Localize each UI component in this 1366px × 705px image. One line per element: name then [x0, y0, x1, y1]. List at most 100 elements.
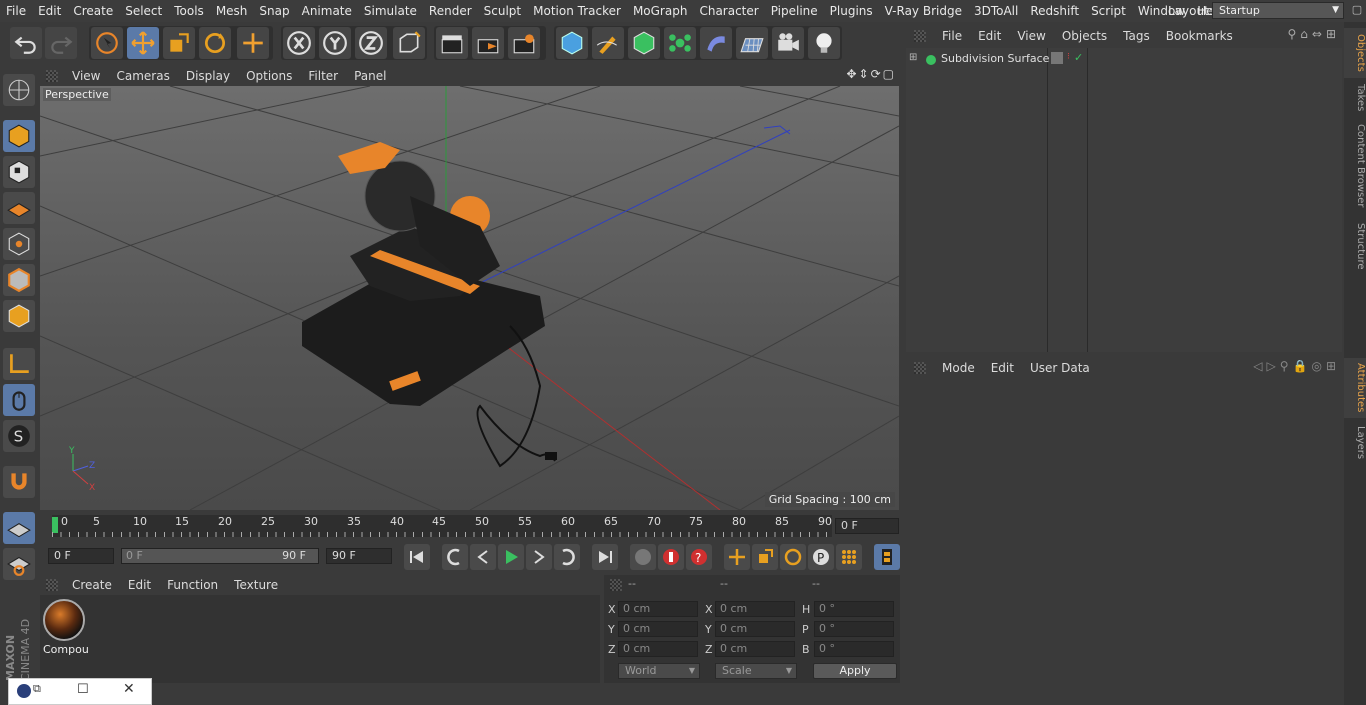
size-y-field[interactable]: 0 cm	[715, 621, 795, 637]
pos-x-field[interactable]: 0 cm	[618, 601, 698, 617]
obj-menu-tags[interactable]: Tags	[1115, 29, 1158, 43]
go-to-end-button[interactable]	[592, 544, 618, 570]
panel-grip-icon[interactable]	[914, 362, 926, 374]
key-position-button[interactable]	[724, 544, 750, 570]
start-frame-field[interactable]: 0 F	[48, 548, 114, 564]
object-name[interactable]: Subdivision Surface	[941, 52, 1049, 65]
locked-workplane-button[interactable]	[3, 512, 35, 544]
obj-menu-edit[interactable]: Edit	[970, 29, 1009, 43]
menu-mesh[interactable]: Mesh	[210, 0, 254, 22]
obj-menu-file[interactable]: File	[934, 29, 970, 43]
frame-range-slider[interactable]: 0 F 90 F	[121, 548, 319, 564]
timeline-window-button[interactable]	[874, 544, 900, 570]
menu-redshift[interactable]: Redshift	[1024, 0, 1085, 22]
key-pla-button[interactable]	[836, 544, 862, 570]
redo-button[interactable]	[45, 27, 77, 59]
recent-tools-button[interactable]	[237, 27, 269, 59]
viewport-nav-icons[interactable]: ✥⇕⟳▢	[846, 67, 896, 81]
prev-frame-button[interactable]	[470, 544, 496, 570]
tweak-mode-button[interactable]	[3, 384, 35, 416]
object-list[interactable]: ⊞ Subdivision Surface ⁝ ✓	[906, 48, 1342, 352]
subdivision-surface-button[interactable]	[628, 27, 660, 59]
rot-b-field[interactable]: 0 °	[814, 641, 894, 657]
attr-menu-mode[interactable]: Mode	[934, 361, 983, 375]
menu-create[interactable]: Create	[67, 0, 119, 22]
mat-menu-edit[interactable]: Edit	[120, 578, 159, 592]
cube-button[interactable]	[556, 27, 588, 59]
key-parameter-button[interactable]: P	[808, 544, 834, 570]
attr-menu-user-data[interactable]: User Data	[1022, 361, 1098, 375]
obj-menu-bookmarks[interactable]: Bookmarks	[1158, 29, 1241, 43]
autokey-button[interactable]	[658, 544, 684, 570]
vp-menu-filter[interactable]: Filter	[300, 69, 346, 83]
material-manager[interactable]: Compou	[40, 595, 600, 683]
coordinate-system-select[interactable]: World ▼	[618, 663, 700, 679]
enabled-check-icon[interactable]: ✓	[1074, 51, 1083, 64]
vp-menu-view[interactable]: View	[64, 69, 108, 83]
workplane-mode-button[interactable]	[3, 192, 35, 224]
menu-pipeline[interactable]: Pipeline	[765, 0, 824, 22]
cloner-button[interactable]	[664, 27, 696, 59]
search-home-icons[interactable]: ⚲⌂⇔⊞	[1287, 27, 1340, 41]
minimized-window-thumbnail[interactable]: ⧉ ☐ ✕	[8, 678, 152, 705]
mat-menu-create[interactable]: Create	[64, 578, 120, 592]
key-rotation-button[interactable]	[780, 544, 806, 570]
layout-select[interactable]: Startup ▼	[1212, 2, 1344, 19]
menu-simulate[interactable]: Simulate	[358, 0, 423, 22]
menu-tools[interactable]: Tools	[168, 0, 210, 22]
vp-menu-panel[interactable]: Panel	[346, 69, 394, 83]
size-x-field[interactable]: 0 cm	[715, 601, 795, 617]
size-mode-select[interactable]: Scale ▼	[715, 663, 797, 679]
panel-grip-icon[interactable]	[610, 579, 622, 591]
y-axis-button[interactable]	[319, 27, 351, 59]
magnet-button[interactable]	[3, 466, 35, 498]
tab-takes[interactable]: Takes	[1344, 80, 1366, 116]
obj-menu-objects[interactable]: Objects	[1054, 29, 1115, 43]
menu-motion-tracker[interactable]: Motion Tracker	[527, 0, 627, 22]
attr-nav-icons[interactable]: ◁▷⚲🔒◎⊞	[1253, 359, 1340, 373]
light-button[interactable]	[808, 27, 840, 59]
restore-window-icon[interactable]: ▢	[1350, 3, 1364, 17]
maximize-icon[interactable]: ☐	[77, 682, 89, 697]
tab-objects[interactable]: Objects	[1344, 28, 1366, 78]
vp-menu-options[interactable]: Options	[238, 69, 300, 83]
play-button[interactable]	[498, 544, 524, 570]
menu-character[interactable]: Character	[693, 0, 764, 22]
rot-p-field[interactable]: 0 °	[814, 621, 894, 637]
render-picture-viewer-button[interactable]	[472, 27, 504, 59]
x-axis-button[interactable]	[283, 27, 315, 59]
material-name[interactable]: Compou	[43, 643, 89, 656]
apply-button[interactable]: Apply	[813, 663, 897, 679]
render-view-button[interactable]	[436, 27, 468, 59]
make-editable-button[interactable]	[3, 74, 35, 106]
next-key-button[interactable]	[554, 544, 580, 570]
mat-menu-texture[interactable]: Texture	[226, 578, 286, 592]
pos-z-field[interactable]: 0 cm	[618, 641, 698, 657]
obj-menu-view[interactable]: View	[1009, 29, 1053, 43]
material-preview-swatch[interactable]	[43, 599, 85, 641]
camera-button[interactable]	[772, 27, 804, 59]
menu-animate[interactable]: Animate	[296, 0, 358, 22]
deformer-button[interactable]	[700, 27, 732, 59]
panel-grip-icon[interactable]	[914, 30, 926, 42]
panel-grip-icon[interactable]	[46, 579, 58, 591]
keyframe-selection-button[interactable]: ?	[686, 544, 712, 570]
move-tool-button[interactable]	[127, 27, 159, 59]
layer-icon[interactable]	[1051, 52, 1063, 64]
vp-menu-display[interactable]: Display	[178, 69, 238, 83]
end-frame-field[interactable]: 90 F	[326, 548, 392, 564]
menu-file[interactable]: File	[0, 0, 32, 22]
rotate-tool-button[interactable]	[199, 27, 231, 59]
3d-viewport[interactable]: Y Z X Perspective Grid Spacing : 100 cm	[40, 86, 899, 510]
expand-icon[interactable]: ⊞	[909, 52, 917, 63]
attr-menu-edit[interactable]: Edit	[983, 361, 1022, 375]
size-z-field[interactable]: 0 cm	[715, 641, 795, 657]
pos-y-field[interactable]: 0 cm	[618, 621, 698, 637]
tab-structure[interactable]: Structure	[1344, 218, 1366, 274]
close-icon[interactable]: ✕	[123, 681, 135, 697]
scale-tool-button[interactable]	[163, 27, 195, 59]
rot-h-field[interactable]: 0 °	[814, 601, 894, 617]
vp-menu-cameras[interactable]: Cameras	[108, 69, 177, 83]
visibility-dots-icon[interactable]: ⁝	[1067, 52, 1070, 62]
record-keys-button[interactable]	[630, 544, 656, 570]
